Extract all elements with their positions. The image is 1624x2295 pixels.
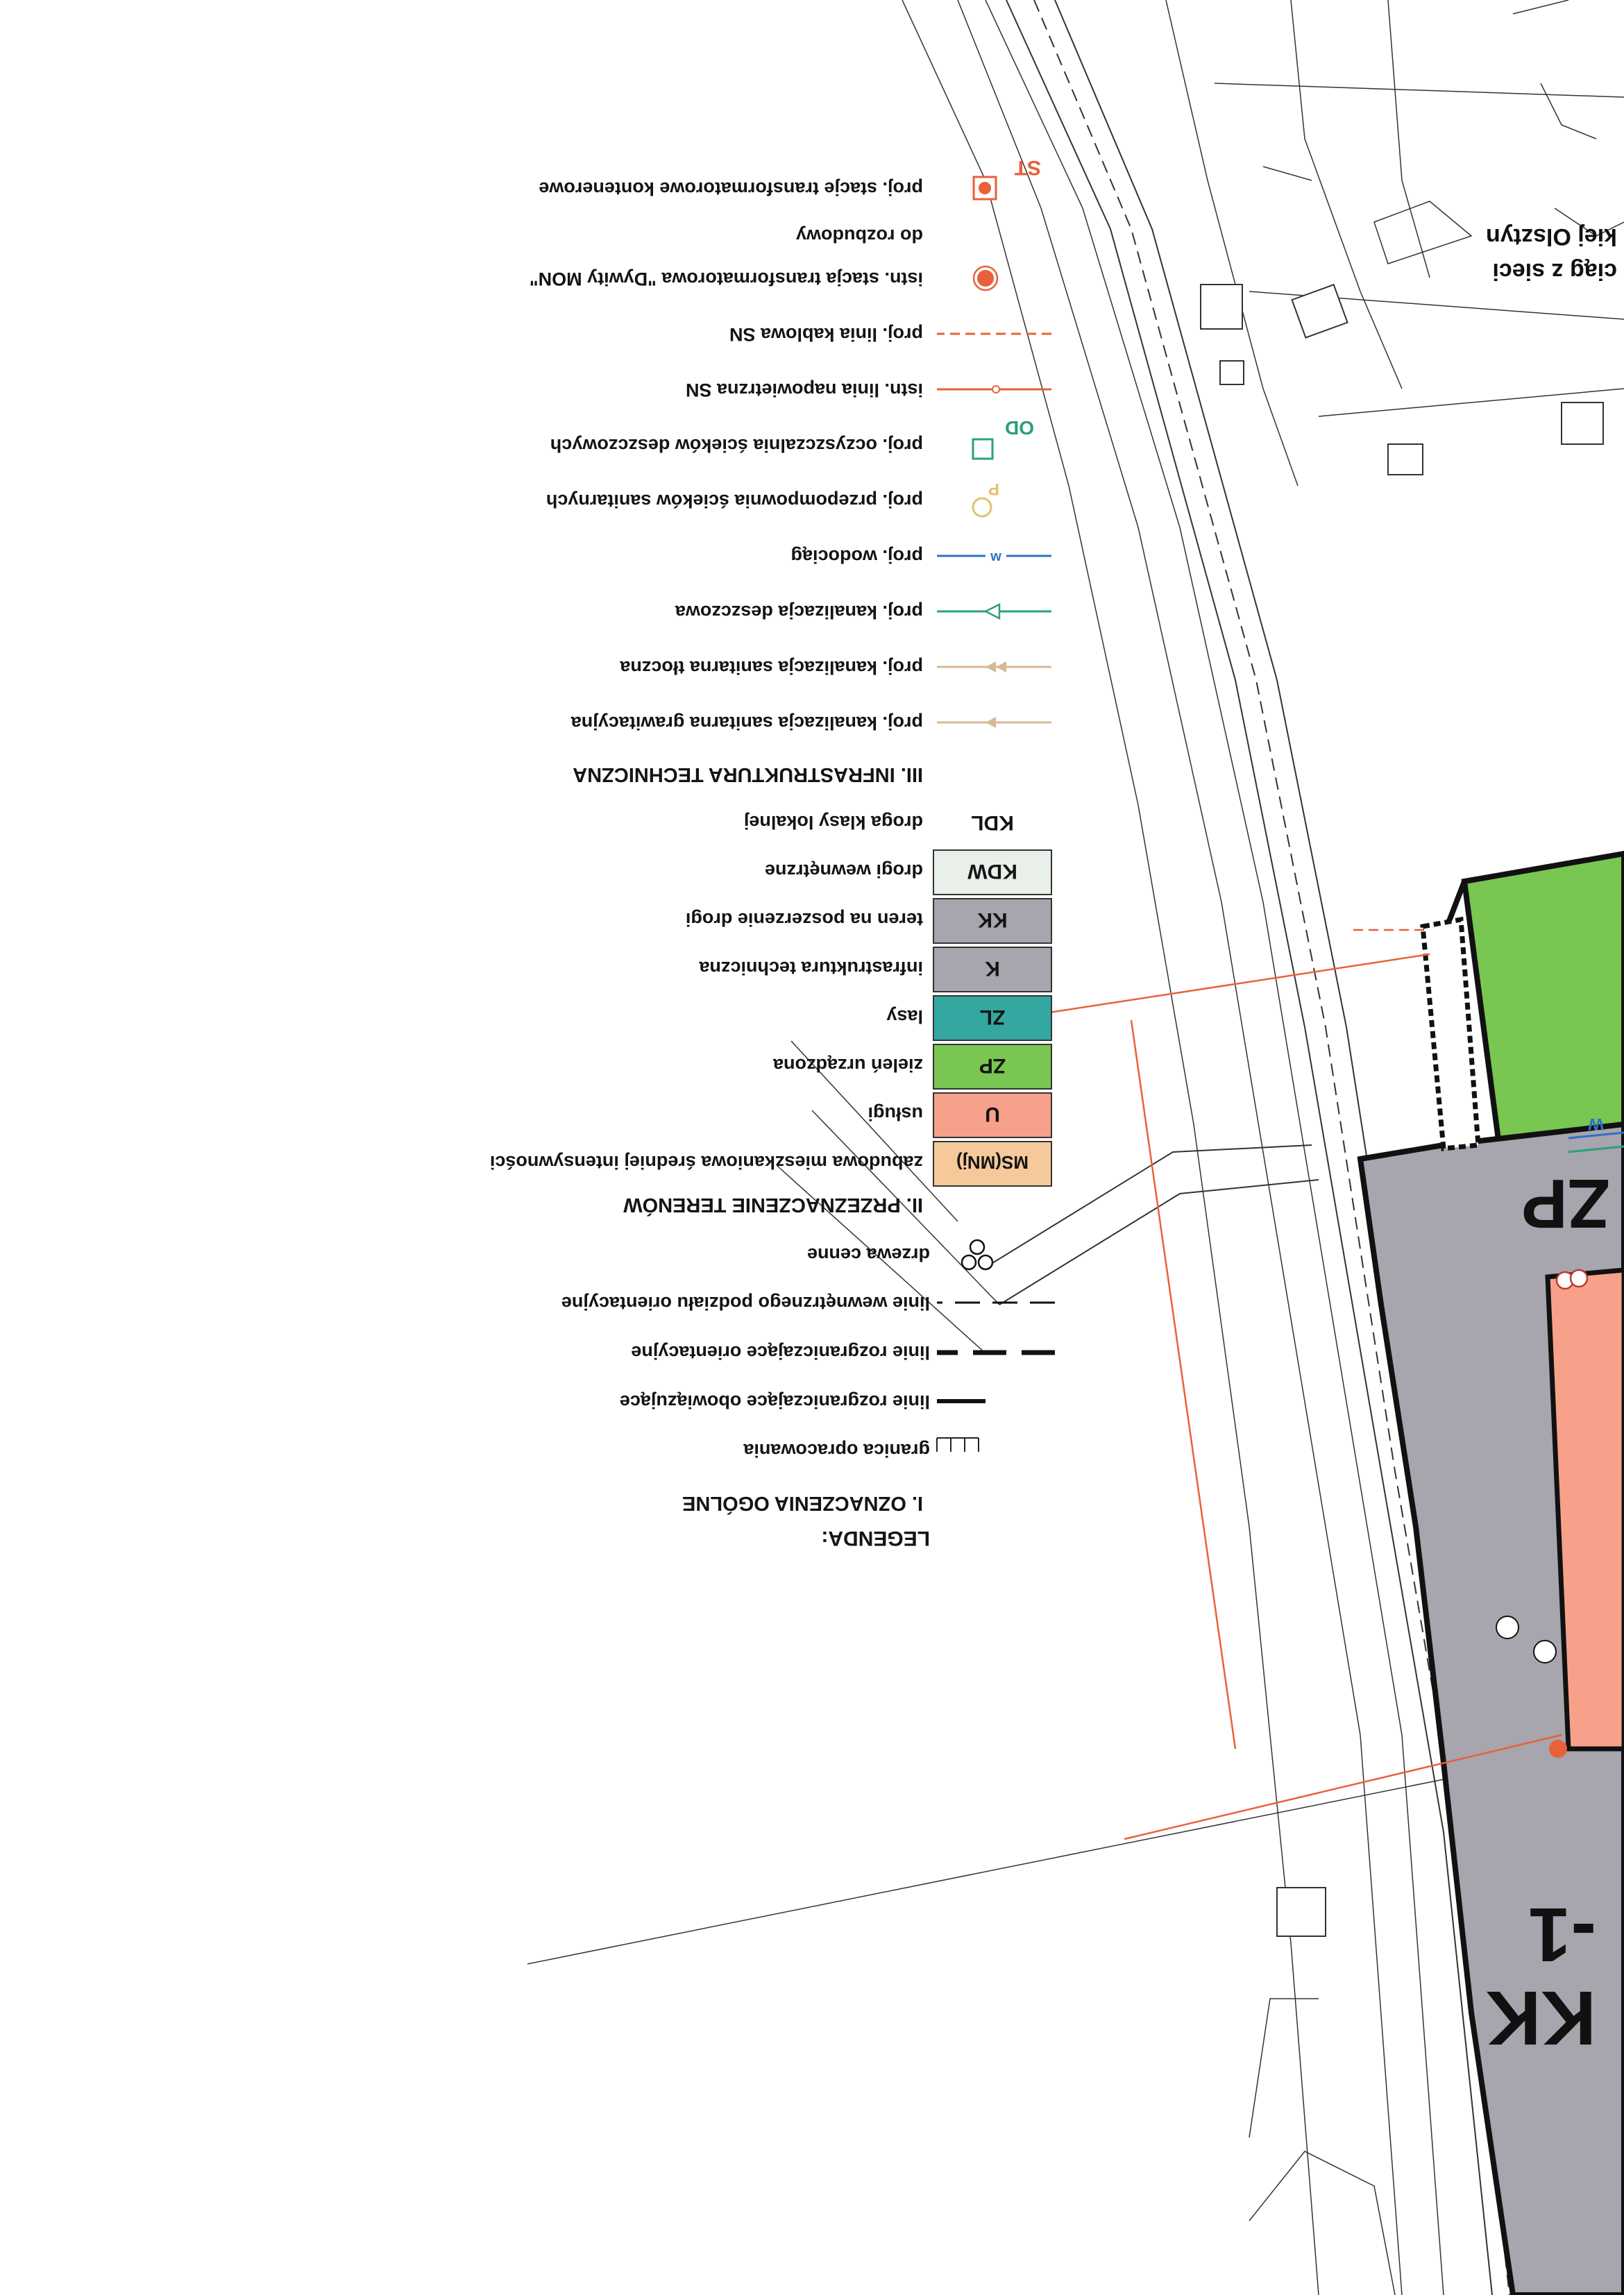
legend-label-trees: drzewa cenne: [807, 1244, 930, 1265]
pump-station-icon: [972, 497, 992, 518]
legend-label-container-station: proj. stacje transformatorowe kontenerow…: [539, 178, 923, 199]
code-kdw: KDW: [967, 860, 1017, 883]
legend-label-ms: zabudowa mieszkaniowa średniej intensywn…: [490, 1152, 923, 1173]
tree-icon: [1533, 1640, 1557, 1663]
building: [1219, 360, 1244, 385]
legend-label-gravity-sewer: proj. kanalizacja sanitarna grawitacyjna: [570, 713, 923, 734]
legend-label-cable-line: proj. linia kablowa SN: [729, 324, 923, 345]
legend-label-treatment-plant: proj. oczyszczalnia ścieków deszczowych: [550, 435, 923, 456]
tree-icon: [1496, 1616, 1519, 1639]
code-zl: ZL: [980, 1006, 1006, 1028]
legend-section-land-use: II. PRZEZNACZENIE TERENÓW: [623, 1194, 923, 1217]
legend-label-kk: teren na poszerzenie drogi: [686, 909, 923, 930]
building: [1387, 443, 1423, 475]
tree-icon: [1569, 1269, 1589, 1288]
legend-title: LEGENDA:: [821, 1527, 930, 1550]
legend-section-infrastructure: III. INFRASTRUKTURA TECHNICZNA: [573, 763, 923, 786]
treatment-plant-code: OD: [1005, 417, 1034, 439]
legend-section-general: I. OZNACZENIA OGÓLNE: [682, 1492, 923, 1516]
legend-label-internal-line: linie wewnętrznego podziału orientacyjne: [561, 1293, 930, 1314]
pipe-code-label: W: [1588, 1115, 1604, 1133]
legend-label-indicative-line: linie rozgraniczające orientacyjne: [631, 1342, 930, 1363]
container-station-dot-icon: [979, 182, 991, 194]
legend-label-u: usługi: [868, 1103, 924, 1124]
code-u: U: [985, 1103, 1000, 1126]
building: [1561, 402, 1604, 445]
zone-label-kk-number: -1: [1528, 1892, 1596, 1977]
building: [1200, 284, 1243, 330]
legend-label-existing-station-2: do rozbudowy: [796, 226, 923, 246]
treatment-plant-icon: [972, 438, 994, 460]
legend-label-mandatory-line: linie rozgraniczające obowiązujące: [620, 1391, 930, 1412]
zone-label-kk: KK: [1486, 1975, 1596, 2060]
legend-label-existing-station: istn. stacja transformatorowa "Dywity MO…: [530, 269, 923, 289]
transformer-station-icon: [1549, 1740, 1567, 1758]
legend-label-water-main: proj. wodociąg: [790, 546, 923, 567]
overhead-line-pole-icon: [992, 385, 1000, 393]
code-ms: MS(MNj): [956, 1152, 1029, 1173]
legend-label-pump-station: proj. przepompownia ścieków sanitarnych: [546, 491, 923, 511]
code-zp: ZP: [979, 1054, 1006, 1077]
legend-label-kdw: drogi wewnętrzne: [765, 861, 923, 881]
water-main-code-icon: w: [990, 549, 1001, 564]
pump-station-code: P: [988, 480, 999, 498]
legend-label-pressure-sewer: proj. kanalizacja sanitarna tłoczna: [619, 657, 923, 678]
legend-label-zl: lasy: [886, 1006, 923, 1027]
legend-row-mandatory-line: linie rozgraniczające obowiązujące: [620, 1391, 986, 1412]
legend-label-boundary: granica opracowania: [743, 1440, 930, 1461]
network-note: ciąg z sieci: [1492, 258, 1617, 285]
legend-label-zp: zieleń urządzona: [772, 1055, 923, 1076]
legend-label-overhead-line: istn. linia napowietrzna SN: [686, 380, 923, 400]
building: [1276, 1887, 1326, 1937]
network-note-2: kiej Olsztyn: [1486, 223, 1617, 250]
code-k: K: [985, 957, 1000, 980]
code-kdl: KDL: [971, 811, 1014, 834]
planning-map-sheet: KK -1 ZP ciąg z sieci kiej Olsztyn W LEG…: [0, 0, 1624, 2295]
code-kk: KK: [977, 908, 1008, 931]
zone-label-zp: ZP: [1521, 1165, 1610, 1242]
legend-label-kdl: droga klasy lokalnej: [744, 812, 923, 833]
existing-station-icon: [977, 270, 994, 287]
legend-label-storm-sewer: proj. kanalizacja deszczowa: [675, 602, 923, 623]
container-station-code: ST: [1015, 156, 1041, 179]
legend-label-k: infrastruktura techniczna: [698, 958, 923, 979]
